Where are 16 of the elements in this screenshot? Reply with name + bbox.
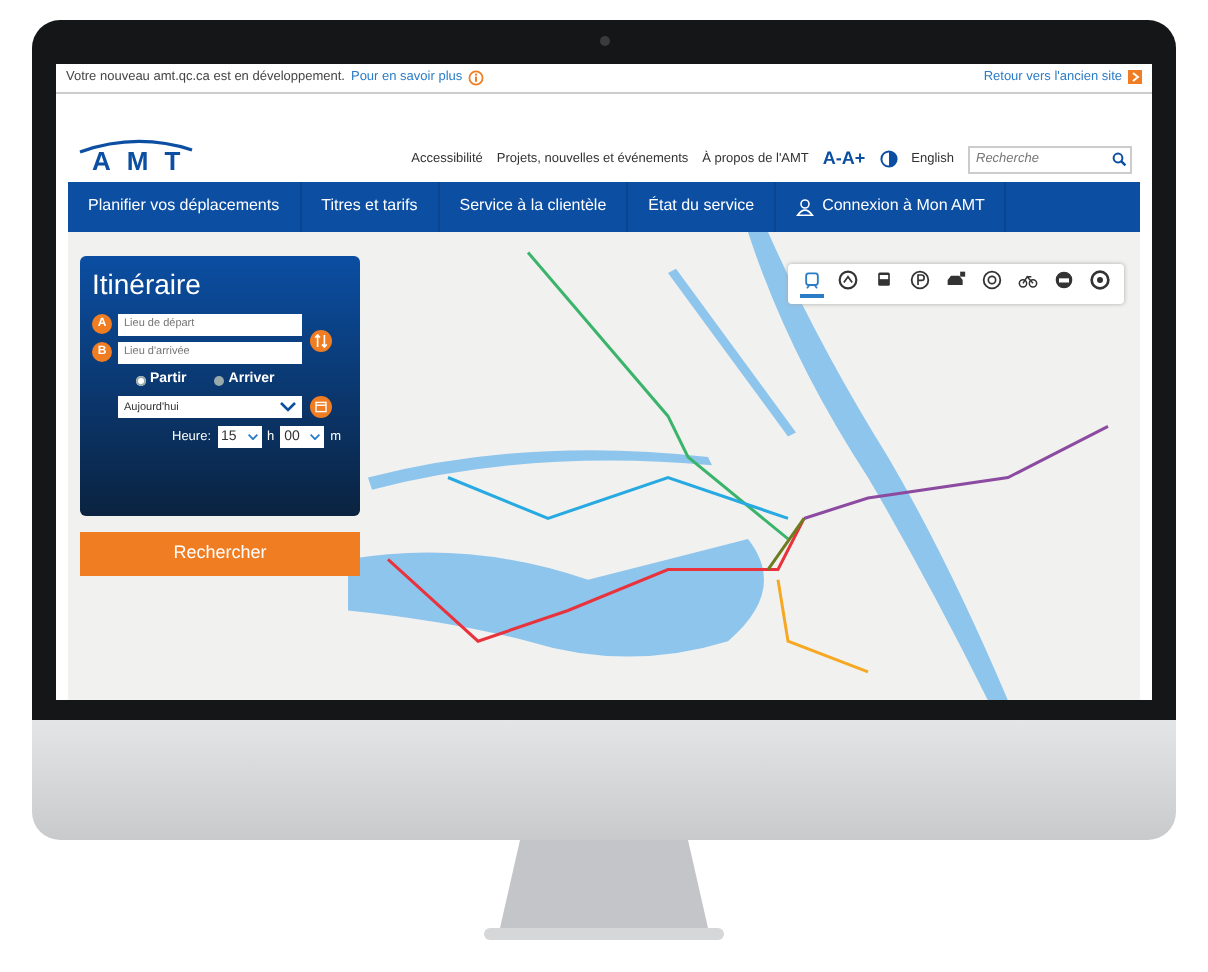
swap-icon[interactable]: [310, 330, 332, 353]
logo-swoosh-icon: [76, 137, 196, 154]
arrow-icon: [1128, 70, 1142, 85]
calendar-icon[interactable]: [310, 396, 332, 419]
panel-title: Itinéraire: [92, 269, 203, 298]
font-size-control[interactable]: A-A+: [822, 146, 866, 173]
contrast-icon[interactable]: [879, 150, 898, 169]
train-icon[interactable]: [800, 269, 824, 298]
chevron-icon: [310, 434, 321, 441]
logo-text[interactable]: AMT: [76, 147, 197, 174]
camera-icon: [600, 36, 610, 46]
user-icon: [796, 197, 815, 216]
search-icon[interactable]: [1112, 152, 1126, 167]
info-icon: [468, 69, 485, 86]
chevron-icon: [247, 434, 258, 441]
chevron-icon: [280, 402, 296, 413]
